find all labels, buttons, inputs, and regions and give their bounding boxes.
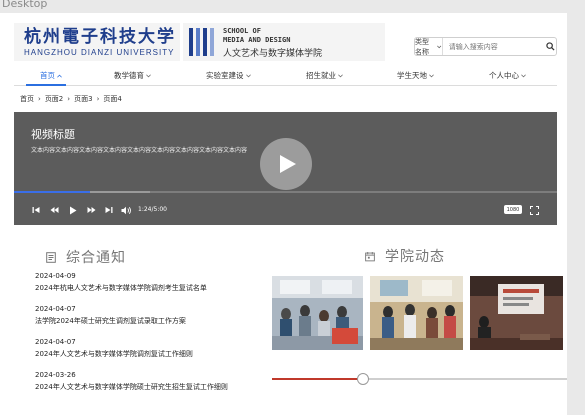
calendar-icon [365, 251, 375, 261]
video-description: 文本内容文本内容文本内容文本内容文本内容文本内容文本内容文本内容文本内容 [31, 147, 248, 154]
news-photo[interactable] [370, 276, 463, 350]
rewind-icon[interactable] [49, 204, 59, 216]
notice-headline: 法学院2024年硕士研究生调剂复试录取工作方案 [35, 317, 186, 325]
quality-button[interactable]: 1080 [504, 205, 522, 214]
university-logo-cn: 杭州電子科技大学 [24, 26, 176, 47]
search-input[interactable] [442, 38, 545, 55]
news-header: 学院动态 [365, 246, 445, 266]
volume-icon[interactable] [120, 204, 132, 216]
nav-item-lab[interactable]: 实验室建设 [206, 70, 251, 81]
chevron-right-icon: › [38, 95, 41, 103]
school-logo-cn: 人文艺术与数字媒体学院 [223, 49, 323, 59]
notice-item[interactable]: 2024-04-07 2024年人文艺术与数字媒体学院调剂复试工作细则 [35, 338, 265, 359]
nav-item-admission[interactable]: 招生就业 [306, 70, 343, 81]
notice-item[interactable]: 2024-03-26 2024年人文艺术与数字媒体学院硕士研究生招生复试工作细则 [35, 371, 265, 392]
breadcrumb-item[interactable]: 页面4 [103, 94, 121, 104]
notice-item[interactable]: 2024-04-09 2024年杭电人文艺术与数字媒体学院调剂考生复试名单 [35, 272, 265, 293]
chevron-right-icon: › [67, 95, 71, 103]
notice-item[interactable]: 2024-04-07 法学院2024年硕士研究生调剂复试录取工作方案 [35, 305, 265, 326]
nav-item-home[interactable]: 首页 [40, 70, 62, 81]
play-icon[interactable] [68, 204, 78, 216]
video-played-bar [14, 191, 91, 193]
video-time: 1:24/5:00 [138, 206, 167, 213]
search-button[interactable] [545, 38, 556, 55]
school-logo[interactable]: SCHOOL OF MEDIA AND DESIGN 人文艺术与数字媒体学院 [183, 23, 385, 61]
breadcrumb-item[interactable]: 首页 [20, 94, 34, 104]
slider-handle[interactable] [357, 373, 370, 385]
slider-fill [272, 378, 364, 380]
school-logo-en: SCHOOL OF MEDIA AND DESIGN [223, 27, 291, 44]
nav-active-indicator [26, 84, 66, 86]
document-icon [46, 251, 56, 263]
breadcrumb-item[interactable]: 页面3 [74, 94, 92, 104]
university-logo-en: HANGZHOU DIANZI UNIVERSITY [24, 47, 175, 57]
notices-title: 综合通知 [66, 250, 126, 266]
frame-label: Desktop [2, 0, 48, 10]
notice-date: 2024-04-07 [35, 305, 76, 313]
notice-headline: 2024年人文艺术与数字媒体学院调剂复试工作细则 [35, 350, 193, 358]
fullscreen-icon[interactable] [528, 204, 540, 216]
chevron-down-icon [521, 73, 526, 77]
notice-headline: 2024年杭电人文艺术与数字媒体学院调剂考生复试名单 [35, 284, 207, 292]
notices-header: 综合通知 [46, 247, 126, 267]
chevron-right-icon: › [96, 95, 100, 103]
video-title: 视频标题 [31, 128, 75, 141]
fast-forward-icon[interactable] [86, 204, 96, 216]
notice-date: 2024-04-07 [35, 338, 76, 346]
university-logo[interactable]: 杭州電子科技大学 HANGZHOU DIANZI UNIVERSITY [14, 23, 180, 61]
chevron-down-icon [245, 73, 251, 77]
notice-headline: 2024年人文艺术与数字媒体学院硕士研究生招生复试工作细则 [35, 383, 228, 391]
news-photo[interactable] [272, 276, 363, 350]
news-title: 学院动态 [385, 249, 445, 265]
chevron-down-icon [429, 73, 434, 77]
breadcrumb: 首页 › 页面2 › 页面3 › 页面4 [20, 94, 122, 104]
play-button-large[interactable] [260, 138, 312, 190]
search-box: 类型名称 [414, 37, 557, 56]
chevron-down-icon [146, 73, 151, 77]
skip-start-icon[interactable] [31, 204, 41, 216]
chevron-down-icon [437, 45, 442, 48]
nav-divider [14, 85, 557, 86]
video-progress-bar[interactable] [14, 191, 557, 193]
page: 杭州電子科技大学 HANGZHOU DIANZI UNIVERSITY SCHO… [0, 13, 567, 415]
chevron-down-icon [338, 73, 343, 77]
news-photo[interactable] [470, 276, 563, 350]
nav-item-students[interactable]: 学生天地 [397, 70, 434, 81]
nav-item-teaching[interactable]: 教学德育 [114, 70, 151, 81]
search-icon [546, 42, 555, 51]
chevron-up-icon [57, 74, 62, 78]
breadcrumb-item[interactable]: 页面2 [45, 94, 63, 104]
skip-end-icon[interactable] [104, 204, 114, 216]
nav-item-personal[interactable]: 个人中心 [489, 70, 526, 81]
notice-date: 2024-04-09 [35, 272, 76, 280]
school-mark-icon [187, 28, 217, 56]
video-player[interactable]: 视频标题 文本内容文本内容文本内容文本内容文本内容文本内容文本内容文本内容文本内… [14, 112, 557, 225]
video-controls: 1:24/5:00 1080 [14, 202, 557, 218]
notice-date: 2024-03-26 [35, 371, 76, 379]
search-scope-select[interactable]: 类型名称 [415, 37, 443, 56]
carousel-slider[interactable] [272, 372, 567, 386]
main-nav: 首页 教学德育 实验室建设 招生就业 学生天地 个人中心 [14, 70, 557, 86]
search-scope-label: 类型名称 [415, 37, 429, 56]
